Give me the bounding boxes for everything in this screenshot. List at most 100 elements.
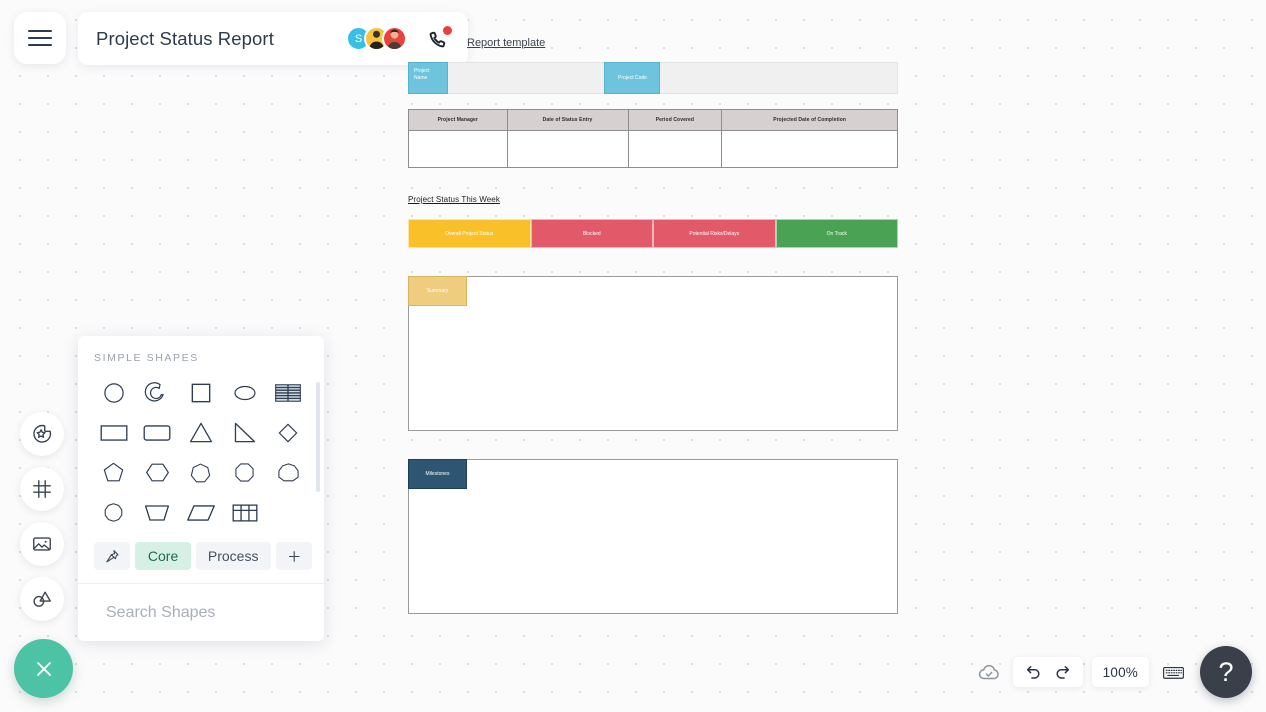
- shape-rectangle[interactable]: [92, 416, 136, 449]
- table-cell[interactable]: [408, 130, 508, 168]
- shape-diamond[interactable]: [266, 416, 310, 449]
- sidebar-item-image[interactable]: [20, 522, 64, 566]
- shape-ellipse[interactable]: [223, 376, 267, 409]
- shape-arc[interactable]: [136, 376, 180, 409]
- avatar-photo-icon: [387, 29, 402, 49]
- shape-square[interactable]: [179, 376, 223, 409]
- shape-circle[interactable]: [92, 376, 136, 409]
- call-button[interactable]: [426, 25, 452, 51]
- shape-nonagon[interactable]: [266, 456, 310, 489]
- triangle-shape-icon: [189, 422, 213, 443]
- shapes-panel: Simple Shapes: [78, 336, 324, 641]
- shape-right-triangle[interactable]: [223, 416, 267, 449]
- summary-body[interactable]: [408, 276, 898, 431]
- column-header: Project Manager: [408, 109, 508, 131]
- tab-pinned[interactable]: [94, 542, 131, 570]
- table-header-row: Project Manager Date of Status Entry Per…: [408, 109, 898, 131]
- frame-icon: [33, 480, 51, 498]
- shape-heptagon[interactable]: [179, 456, 223, 489]
- table-row: [408, 130, 898, 168]
- save-status-button[interactable]: [974, 657, 1004, 687]
- rounded-rectangle-shape-icon: [143, 424, 171, 441]
- plus-icon: [288, 550, 300, 562]
- shape-triangle[interactable]: [179, 416, 223, 449]
- bottom-toolbar: 100% ?: [974, 646, 1252, 698]
- report-template-link[interactable]: Report template: [467, 37, 545, 49]
- collaborator-avatars: S: [346, 26, 407, 51]
- shape-parallelogram[interactable]: [179, 496, 223, 529]
- status-band: Overall Project Status Blocked Potential…: [408, 219, 898, 248]
- summary-tag[interactable]: Summary: [408, 276, 467, 306]
- notification-badge: [443, 25, 452, 35]
- pentagon-shape-icon: [104, 462, 124, 482]
- document-titlebar: Project Status Report S: [78, 12, 468, 65]
- table-cell[interactable]: [506, 130, 629, 168]
- document-canvas: Project Name Project Code Project Manage…: [408, 62, 898, 614]
- milestones-block: Milestones: [408, 459, 898, 614]
- help-button[interactable]: ?: [1200, 646, 1252, 698]
- pin-icon: [106, 549, 119, 562]
- sidebar-item-stickers[interactable]: [20, 412, 64, 456]
- shapes-scroll-area: [78, 364, 324, 536]
- table-cell[interactable]: [627, 130, 723, 168]
- redo-button[interactable]: [1053, 663, 1072, 682]
- shapes-search-bar: [78, 583, 324, 641]
- circle-shape-icon: [104, 382, 124, 403]
- hamburger-icon: [28, 30, 52, 46]
- shape-category-tabs: Core Process: [78, 536, 324, 583]
- decagon-shape-icon: [104, 503, 123, 522]
- striped-table-shape-icon: [275, 383, 302, 402]
- status-cell-ontrack[interactable]: On Track: [775, 219, 898, 248]
- shape-octagon[interactable]: [223, 456, 267, 489]
- project-code-cell[interactable]: Project Code: [604, 62, 660, 94]
- undo-arrow-icon: [1026, 665, 1040, 679]
- project-info-table: Project Manager Date of Status Entry Per…: [408, 109, 898, 168]
- hexagon-shape-icon: [145, 463, 169, 482]
- column-header: Projected Date of Completion: [721, 109, 898, 131]
- shape-rounded-rectangle[interactable]: [136, 416, 180, 449]
- undo-button[interactable]: [1024, 663, 1043, 682]
- table-cell[interactable]: [721, 130, 898, 168]
- zoom-level-button[interactable]: 100%: [1091, 657, 1149, 687]
- milestones-tag[interactable]: Milestones: [408, 459, 467, 489]
- search-input[interactable]: [106, 603, 313, 622]
- keyboard-shortcuts-button[interactable]: [1158, 657, 1188, 687]
- milestones-body[interactable]: [408, 459, 898, 614]
- shape-pentagon[interactable]: [92, 456, 136, 489]
- parallelogram-shape-icon: [187, 504, 215, 521]
- avatar[interactable]: [382, 26, 407, 51]
- shape-decagon[interactable]: [92, 496, 136, 529]
- status-cell-overall[interactable]: Overall Project Status: [408, 219, 531, 248]
- shapes-scrollbar[interactable]: [316, 382, 320, 492]
- shape-table[interactable]: [223, 496, 267, 529]
- table-shape-icon: [232, 503, 258, 522]
- kebab-menu-icon[interactable]: [323, 600, 324, 625]
- tab-core[interactable]: Core: [135, 542, 191, 570]
- close-x-icon: [36, 661, 51, 676]
- tab-add-category[interactable]: [275, 542, 312, 570]
- status-section-heading: Project Status This Week: [408, 195, 500, 204]
- shapes-icon: [33, 591, 51, 607]
- column-header: Date of Status Entry: [506, 109, 629, 131]
- heptagon-shape-icon: [191, 463, 211, 483]
- status-cell-blocked[interactable]: Blocked: [530, 219, 653, 248]
- octagon-shape-icon: [235, 463, 254, 482]
- project-name-cell[interactable]: Project Name: [408, 62, 448, 94]
- tool-rail: [20, 412, 64, 621]
- status-cell-risks[interactable]: Potential Risks/Delays: [653, 219, 776, 248]
- summary-block: Summary: [408, 276, 898, 431]
- page-title: Project Status Report: [96, 27, 274, 49]
- sidebar-item-frame[interactable]: [20, 467, 64, 511]
- tab-process[interactable]: Process: [195, 542, 271, 570]
- image-icon: [33, 537, 51, 551]
- shapes-panel-heading: Simple Shapes: [94, 352, 199, 364]
- diamond-shape-icon: [278, 423, 298, 442]
- shape-striped-table[interactable]: [266, 376, 310, 409]
- main-menu-button[interactable]: [14, 12, 66, 64]
- close-panel-button[interactable]: [14, 639, 73, 698]
- rectangle-shape-icon: [100, 424, 128, 441]
- shape-hexagon[interactable]: [136, 456, 180, 489]
- shapes-grid: [78, 364, 324, 529]
- sidebar-item-shapes[interactable]: [20, 577, 64, 621]
- shape-trapezoid[interactable]: [136, 496, 180, 529]
